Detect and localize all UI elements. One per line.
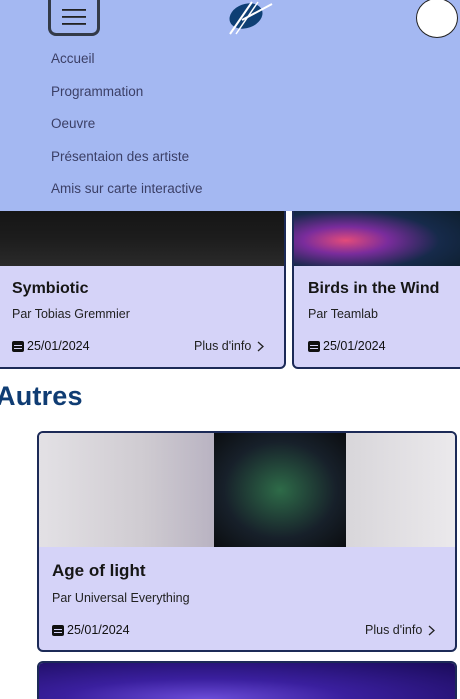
card-artist: Par Teamlab: [308, 307, 378, 321]
section-title: Autres: [0, 381, 83, 411]
more-info-link[interactable]: Plus d'info: [194, 339, 265, 353]
nav-item-carte-interactive[interactable]: Amis sur carte interactive: [51, 181, 203, 214]
artwork-card[interactable]: Age of light Par Universal Everything 25…: [37, 431, 457, 652]
chevron-right-icon: [428, 625, 436, 635]
card-date-text: 25/01/2024: [27, 339, 90, 353]
card-title: Symbiotic: [12, 280, 89, 297]
artwork-card[interactable]: Birds in the Wind Par Teamlab 25/01/2024: [292, 200, 460, 369]
nav-item-programmation[interactable]: Programmation: [51, 84, 203, 117]
logo-icon[interactable]: [222, 0, 276, 36]
calendar-icon: [308, 340, 320, 352]
chevron-right-icon: [257, 341, 265, 351]
card-date-text: 25/01/2024: [323, 339, 386, 353]
more-info-link[interactable]: Plus d'info: [365, 623, 436, 637]
nav-item-accueil[interactable]: Accueil: [51, 51, 203, 84]
card-title: Birds in the Wind: [308, 280, 440, 297]
calendar-icon: [52, 624, 64, 636]
site-header: Accueil Programmation Oeuvre Présentaion…: [0, 0, 460, 211]
artwork-card[interactable]: [37, 661, 457, 699]
artwork-image: [39, 433, 455, 547]
nav-item-artistes[interactable]: Présentaion des artiste: [51, 149, 203, 182]
artwork-card[interactable]: Symbiotic Par Tobias Gremmier 25/01/2024…: [0, 200, 286, 369]
card-artist: Par Tobias Gremmier: [12, 307, 130, 321]
card-date: 25/01/2024: [52, 623, 130, 637]
calendar-icon: [12, 340, 24, 352]
card-artist: Par Universal Everything: [52, 591, 190, 605]
card-date: 25/01/2024: [12, 339, 90, 353]
more-info-label: Plus d'info: [365, 623, 423, 637]
card-title: Age of light: [52, 561, 146, 580]
card-date-text: 25/01/2024: [67, 623, 130, 637]
main-nav: Accueil Programmation Oeuvre Présentaion…: [51, 51, 203, 214]
hamburger-icon: [62, 8, 86, 25]
artwork-image: [39, 663, 455, 699]
nav-item-oeuvre[interactable]: Oeuvre: [51, 116, 203, 149]
artwork-image: [294, 202, 460, 266]
menu-toggle-button[interactable]: [48, 0, 100, 36]
more-info-label: Plus d'info: [194, 339, 252, 353]
account-button[interactable]: [416, 0, 458, 38]
card-date: 25/01/2024: [308, 339, 386, 353]
